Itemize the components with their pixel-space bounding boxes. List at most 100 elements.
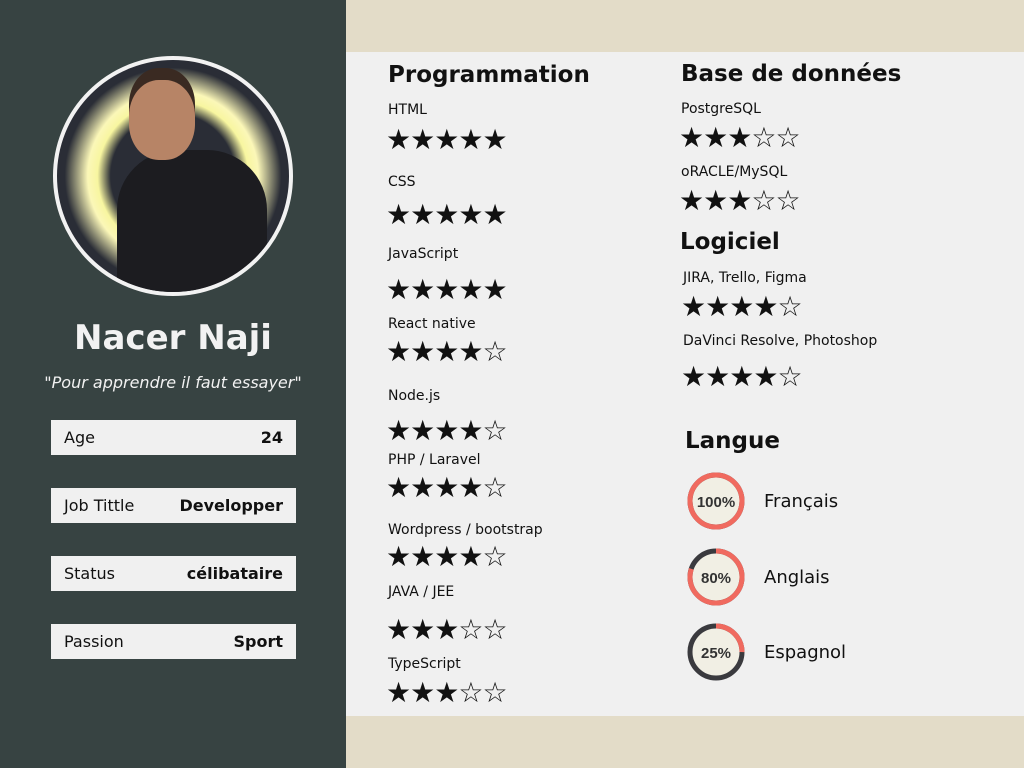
skill-label: Node.js: [388, 388, 441, 404]
star-filled-icon: ★: [458, 273, 483, 306]
star-filled-icon: ★: [434, 335, 459, 368]
star-filled-icon: ★: [434, 198, 459, 231]
database-title: Base de données: [681, 61, 902, 87]
star-filled-icon: ★: [458, 335, 483, 368]
profile-photo: [53, 56, 293, 296]
star-empty-icon: ☆: [482, 540, 507, 573]
star-filled-icon: ★: [434, 540, 459, 573]
language-item: 25% Espagnol: [686, 622, 846, 682]
star-rating: ★★★★☆: [386, 414, 508, 447]
star-filled-icon: ★: [727, 184, 752, 217]
star-empty-icon: ☆: [751, 121, 776, 154]
skill-label: CSS: [388, 174, 416, 190]
star-filled-icon: ★: [729, 290, 754, 323]
software-title: Logiciel: [680, 229, 780, 255]
star-filled-icon: ★: [753, 360, 778, 393]
star-filled-icon: ★: [410, 414, 435, 447]
star-filled-icon: ★: [482, 123, 507, 156]
star-filled-icon: ★: [705, 290, 730, 323]
skill-label: DaVinci Resolve, Photoshop: [683, 333, 878, 349]
star-filled-icon: ★: [727, 121, 752, 154]
info-value: Sport: [233, 632, 283, 651]
star-empty-icon: ☆: [777, 290, 802, 323]
star-rating: ★★★☆☆: [679, 184, 801, 217]
star-filled-icon: ★: [410, 613, 435, 646]
star-filled-icon: ★: [458, 198, 483, 231]
star-filled-icon: ★: [434, 273, 459, 306]
star-filled-icon: ★: [703, 121, 728, 154]
language-title: Langue: [685, 428, 780, 454]
star-empty-icon: ☆: [482, 676, 507, 709]
skill-label: PostgreSQL: [681, 101, 761, 117]
star-filled-icon: ★: [703, 184, 728, 217]
star-filled-icon: ★: [434, 613, 459, 646]
skill-label: React native: [388, 316, 476, 332]
star-empty-icon: ☆: [775, 184, 800, 217]
info-value: Developper: [179, 496, 283, 515]
star-filled-icon: ★: [753, 290, 778, 323]
percent-label: 100%: [697, 494, 735, 511]
star-filled-icon: ★: [386, 123, 411, 156]
star-filled-icon: ★: [705, 360, 730, 393]
percent-label: 80%: [701, 570, 731, 587]
star-filled-icon: ★: [410, 198, 435, 231]
star-filled-icon: ★: [434, 414, 459, 447]
info-value: célibataire: [186, 564, 283, 583]
skill-label: JavaScript: [388, 246, 459, 262]
star-filled-icon: ★: [386, 613, 411, 646]
programmation-title: Programmation: [388, 62, 590, 88]
star-empty-icon: ☆: [482, 471, 507, 504]
star-filled-icon: ★: [410, 335, 435, 368]
star-rating: ★★★☆☆: [386, 613, 508, 646]
star-rating: ★★★★★: [386, 273, 508, 306]
percent-label: 25%: [701, 645, 731, 662]
star-filled-icon: ★: [410, 273, 435, 306]
star-filled-icon: ★: [434, 123, 459, 156]
star-filled-icon: ★: [458, 471, 483, 504]
skill-label: TypeScript: [388, 656, 461, 672]
star-rating: ★★★☆☆: [386, 676, 508, 709]
star-empty-icon: ☆: [775, 121, 800, 154]
progress-ring: 80%: [687, 548, 745, 606]
star-filled-icon: ★: [386, 471, 411, 504]
info-value: 24: [260, 428, 283, 447]
star-filled-icon: ★: [729, 360, 754, 393]
skill-label: oRACLE/MySQL: [681, 164, 788, 180]
language-item: 80% Anglais: [686, 547, 830, 607]
profile-quote: "Pour apprendre il faut essayer": [44, 373, 302, 392]
info-passion: Passion Sport: [51, 624, 296, 659]
star-filled-icon: ★: [386, 414, 411, 447]
bottom-band: [346, 716, 1024, 768]
info-job: Job Tittle Developper: [51, 488, 296, 523]
star-filled-icon: ★: [458, 123, 483, 156]
progress-ring: 25%: [687, 623, 745, 681]
star-filled-icon: ★: [434, 676, 459, 709]
info-label: Passion: [64, 632, 124, 651]
star-filled-icon: ★: [410, 123, 435, 156]
star-filled-icon: ★: [482, 198, 507, 231]
star-filled-icon: ★: [681, 290, 706, 323]
star-empty-icon: ☆: [458, 676, 483, 709]
star-filled-icon: ★: [434, 471, 459, 504]
star-filled-icon: ★: [386, 540, 411, 573]
star-empty-icon: ☆: [482, 613, 507, 646]
star-filled-icon: ★: [458, 540, 483, 573]
star-filled-icon: ★: [681, 360, 706, 393]
star-empty-icon: ☆: [751, 184, 776, 217]
skill-label: Wordpress / bootstrap: [388, 522, 543, 538]
star-rating: ★★★★☆: [681, 290, 803, 323]
star-rating: ★★★★☆: [386, 335, 508, 368]
info-label: Job Tittle: [64, 496, 135, 515]
star-empty-icon: ☆: [458, 613, 483, 646]
star-rating: ★★★★☆: [386, 540, 508, 573]
top-band: [346, 0, 1024, 52]
language-name: Espagnol: [764, 641, 847, 663]
info-status: Status célibataire: [51, 556, 296, 591]
language-name: Français: [764, 490, 839, 512]
star-filled-icon: ★: [410, 540, 435, 573]
star-empty-icon: ☆: [482, 335, 507, 368]
profile-name: Nacer Naji: [74, 318, 272, 358]
star-rating: ★★★★★: [386, 123, 508, 156]
language-item: 100% Français: [686, 471, 838, 531]
star-rating: ★★★★☆: [681, 360, 803, 393]
